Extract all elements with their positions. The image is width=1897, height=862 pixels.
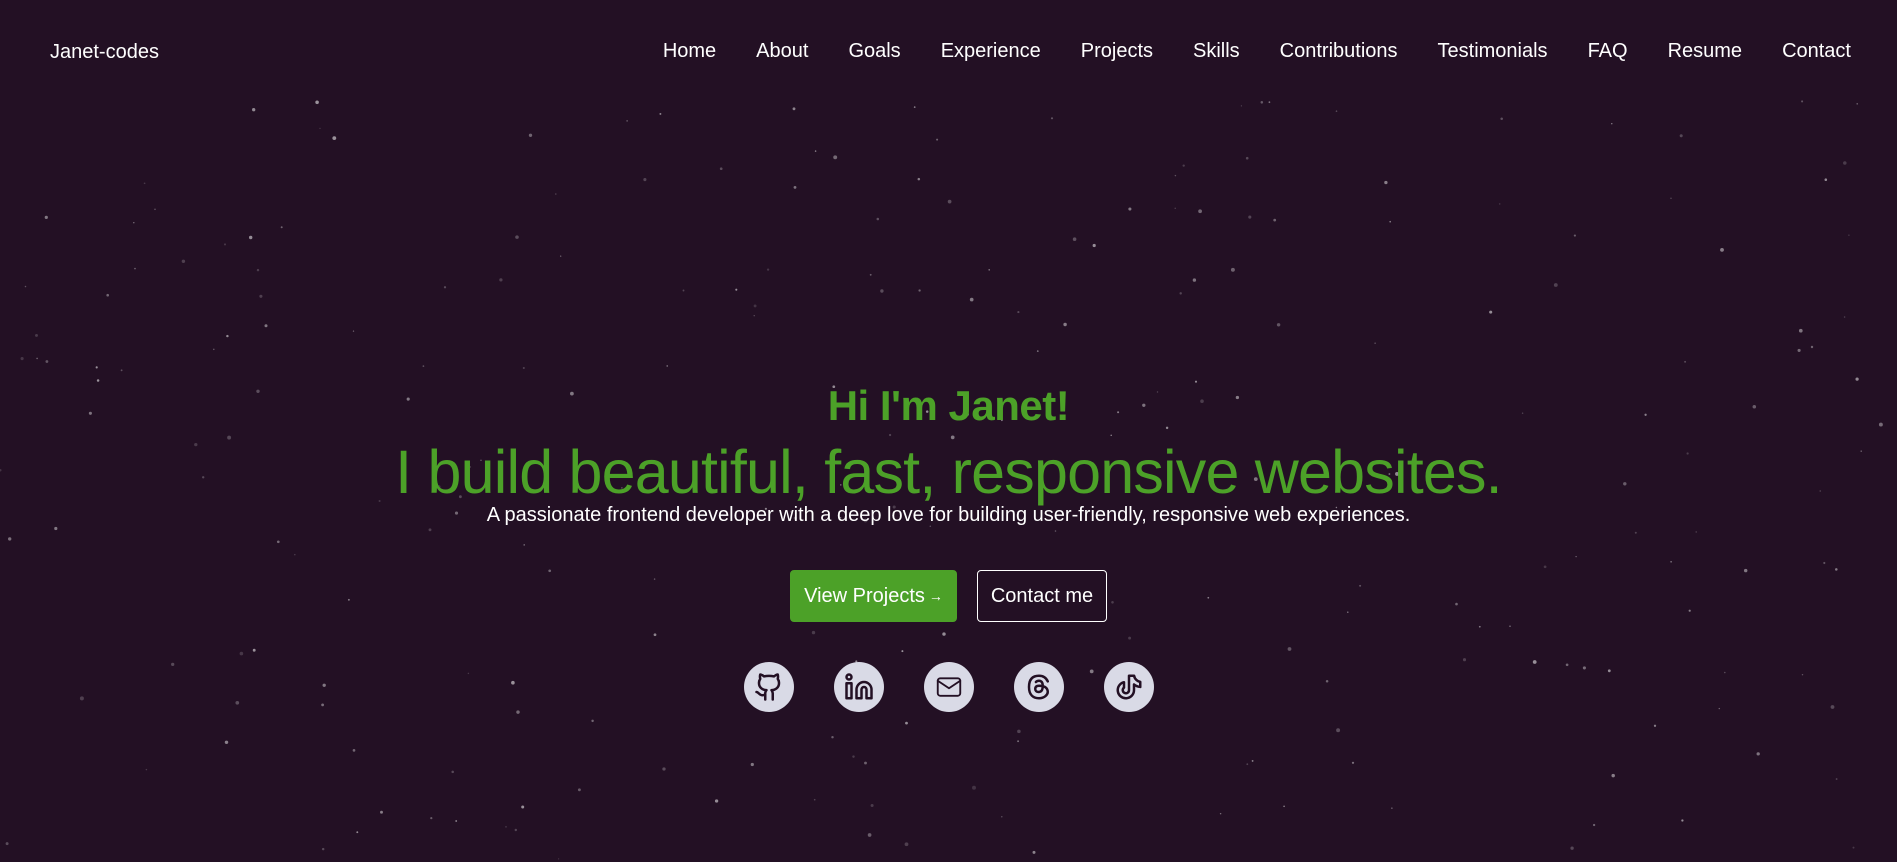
threads-link[interactable] — [1013, 662, 1064, 712]
contact-me-button[interactable]: Contact me — [977, 570, 1107, 622]
social-links — [0, 662, 1897, 712]
mail-icon — [936, 677, 961, 697]
view-projects-label: View Projects — [804, 584, 925, 607]
hero-greeting: Hi I'm Janet! — [827, 382, 1070, 429]
hero-section: Hi I'm Janet! I build beautiful, fast, r… — [0, 0, 1897, 862]
hero-buttons: View Projects → Contact me — [0, 570, 1897, 622]
email-link[interactable] — [923, 662, 974, 712]
hero-subtitle: A passionate frontend developer with a d… — [486, 504, 1411, 526]
arrow-right-icon: → — [928, 588, 943, 604]
tiktok-link[interactable] — [1103, 662, 1154, 712]
linkedin-icon — [844, 673, 873, 700]
github-icon — [754, 673, 780, 701]
linkedin-link[interactable] — [833, 662, 884, 712]
github-link[interactable] — [743, 662, 794, 712]
page: Janet-codes Home About Goals Experience … — [0, 0, 1897, 862]
threads-icon — [1027, 674, 1049, 700]
hero-headline: I build beautiful, fast, responsive webs… — [395, 438, 1502, 506]
tiktok-icon — [1116, 674, 1141, 700]
view-projects-button[interactable]: View Projects → — [790, 570, 957, 622]
